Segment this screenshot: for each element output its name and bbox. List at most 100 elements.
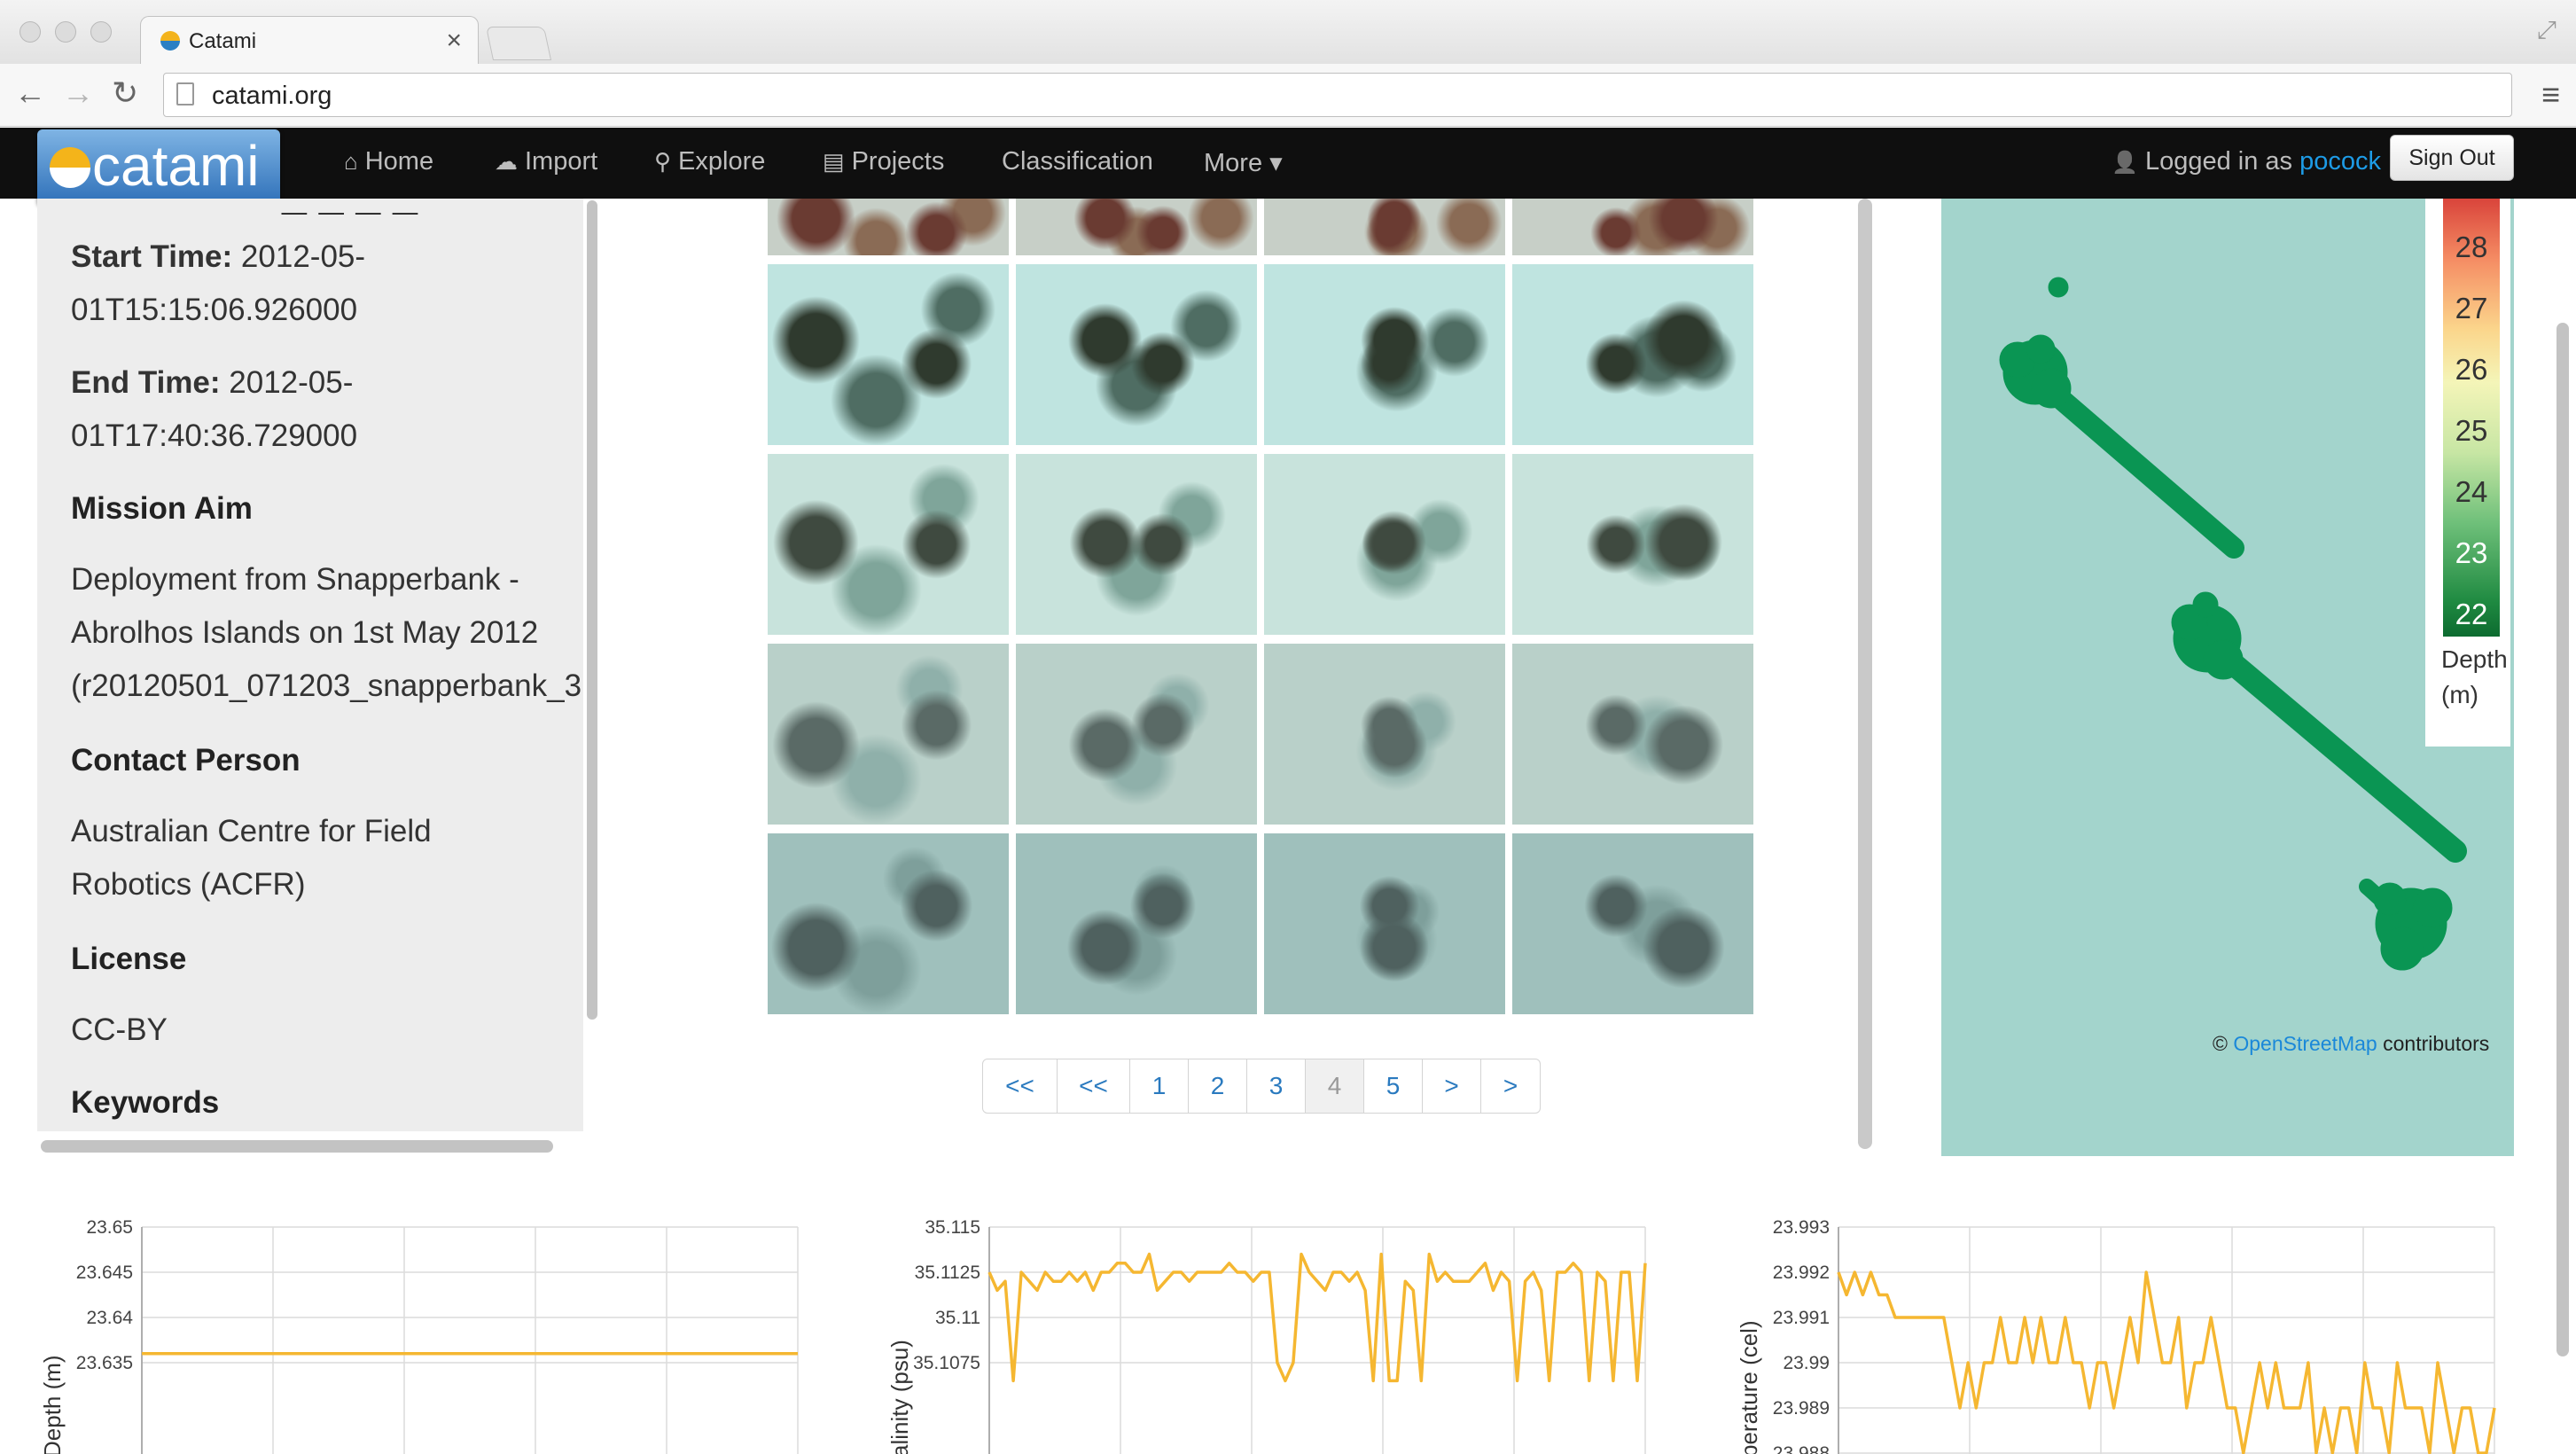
- seafloor-image-thumbnail[interactable]: [1016, 199, 1257, 255]
- seafloor-image-thumbnail[interactable]: [768, 199, 1009, 255]
- legend-tick: 25: [2455, 414, 2488, 447]
- fullscreen-icon[interactable]: ⤢: [2537, 16, 2556, 45]
- seafloor-image-thumbnail[interactable]: [1264, 264, 1505, 445]
- seafloor-image-thumbnail[interactable]: [1264, 199, 1505, 255]
- legend-title-line: (m): [2441, 681, 2478, 708]
- username-link[interactable]: pocock: [2299, 147, 2381, 176]
- track-survey-cluster: [2380, 926, 2424, 971]
- seafloor-image-thumbnail[interactable]: [1264, 644, 1505, 825]
- seafloor-image-thumbnail[interactable]: [1512, 454, 1753, 635]
- back-arrow-icon[interactable]: ←: [14, 74, 46, 112]
- contact-person-line: Robotics (ACFR): [71, 867, 306, 902]
- chart-y-tick-label: 23.993: [1773, 1217, 1830, 1238]
- browser-tab[interactable]: Catami ×: [140, 16, 479, 66]
- track-survey-cluster: [2203, 639, 2244, 680]
- legend-tick: 27: [2455, 292, 2488, 324]
- url-text[interactable]: catami.org: [212, 82, 332, 111]
- reload-icon[interactable]: ↻: [112, 74, 138, 112]
- openstreetmap-link[interactable]: OpenStreetMap: [2233, 1032, 2377, 1055]
- browser-menu-icon[interactable]: ≡: [2541, 76, 2560, 113]
- end-time: End Time: 2012-05-: [71, 365, 353, 401]
- tab-close-icon[interactable]: ×: [446, 26, 462, 56]
- seafloor-image-thumbnail[interactable]: [1016, 454, 1257, 635]
- start-time-value-2: 01T15:15:06.926000: [71, 293, 358, 327]
- catami-logo[interactable]: catami: [37, 129, 280, 206]
- browser-toolbar: ← → ↻ catami.org ≡: [0, 64, 2576, 127]
- nav-more[interactable]: More ▾: [1204, 147, 1283, 178]
- license-value: CC-BY: [71, 1012, 168, 1047]
- license-heading: License: [71, 942, 187, 976]
- page-3-button[interactable]: 3: [1247, 1059, 1306, 1113]
- page-next-button[interactable]: >: [1423, 1059, 1481, 1113]
- end-time-label: End Time:: [71, 365, 221, 400]
- chart-y-tick-label: 23.988: [1773, 1443, 1830, 1454]
- nav-projects-label: Projects: [851, 147, 945, 176]
- seafloor-image-thumbnail[interactable]: [1016, 264, 1257, 445]
- nav-classification[interactable]: Classification: [1002, 147, 1153, 176]
- legend-tick: 24: [2455, 475, 2488, 508]
- search-icon: ⚲: [654, 148, 672, 175]
- address-bar[interactable]: catami.org: [163, 73, 2512, 117]
- user-icon: 👤: [2112, 151, 2138, 175]
- window-zoom-button[interactable]: [90, 21, 112, 43]
- page-first-button[interactable]: <<: [983, 1059, 1058, 1113]
- chart-y-tick-label: 23.992: [1773, 1262, 1830, 1283]
- end-time-value-2: 01T17:40:36.729000: [71, 418, 358, 453]
- salinity-chart-svg: 35.115 35.1125 35.11 35.1075alinity (psu): [886, 1217, 1647, 1454]
- seafloor-image-thumbnail[interactable]: [768, 454, 1009, 635]
- nav-import[interactable]: ☁ Import: [495, 147, 597, 176]
- info-panel-vertical-scrollbar[interactable]: [587, 200, 597, 1020]
- page-1-button[interactable]: 1: [1130, 1059, 1189, 1113]
- page-last-button[interactable]: >: [1481, 1059, 1540, 1113]
- window-close-button[interactable]: [20, 21, 41, 43]
- track-survey-cluster: [2192, 591, 2219, 618]
- track-survey-cluster: [2412, 887, 2453, 928]
- nav-projects[interactable]: ▤ Projects: [823, 147, 944, 176]
- page-prev-button[interactable]: <<: [1058, 1059, 1130, 1113]
- forward-arrow-icon[interactable]: →: [62, 74, 94, 112]
- chart-y-tick-label: 23.65: [86, 1217, 133, 1238]
- info-panel-horizontal-scrollbar[interactable]: [41, 1140, 553, 1153]
- seafloor-image-thumbnail[interactable]: [1264, 454, 1505, 635]
- depth-chart-svg: 23.65 23.645 23.64 23.635 Depth (m): [39, 1217, 799, 1454]
- chart-y-tick-label: 23.991: [1773, 1308, 1830, 1328]
- logo-sun-icon: [50, 147, 90, 188]
- nav-more-label: More: [1204, 149, 1263, 177]
- deployment-info-panel: _ _ _ _ Start Time: 2012-05- 01T15:15:06…: [37, 199, 583, 1131]
- sign-out-button[interactable]: Sign Out: [2390, 135, 2514, 181]
- nav-explore[interactable]: ⚲ Explore: [654, 147, 765, 176]
- mission-aim-line: Abrolhos Islands on 1st May 2012: [71, 615, 539, 650]
- seafloor-image-thumbnail[interactable]: [1512, 264, 1753, 445]
- chart-y-tick-label: 23.99: [1783, 1353, 1830, 1373]
- chart-y-tick-label: 23.635: [76, 1353, 133, 1373]
- chart-y-tick-label: 35.1125: [915, 1262, 980, 1283]
- page-4-button-active[interactable]: 4: [1306, 1059, 1364, 1113]
- copyright-symbol: ©: [2213, 1032, 2228, 1055]
- track-survey-cluster: [2031, 368, 2072, 409]
- keywords-heading: Keywords: [71, 1085, 220, 1120]
- seafloor-image-thumbnail[interactable]: [768, 264, 1009, 445]
- page-scrollbar[interactable]: [2556, 323, 2569, 1356]
- legend-tick: 26: [2455, 353, 2488, 386]
- page-2-button[interactable]: 2: [1189, 1059, 1247, 1113]
- nav-classification-label: Classification: [1002, 147, 1153, 176]
- attribution-suffix: contributors: [2383, 1032, 2490, 1055]
- seafloor-image-thumbnail[interactable]: [1512, 644, 1753, 825]
- legend-title: Depth (m): [2441, 642, 2508, 713]
- seafloor-image-thumbnail[interactable]: [768, 644, 1009, 825]
- seafloor-image-thumbnail[interactable]: [1512, 833, 1753, 1014]
- seafloor-image-thumbnail[interactable]: [1512, 199, 1753, 255]
- track-start-point: [2048, 277, 2069, 298]
- seafloor-image-thumbnail[interactable]: [1264, 833, 1505, 1014]
- mission-aim-line: (r20120501_071203_snapperbank_3: [71, 668, 582, 703]
- start-time-label: Start Time:: [71, 239, 233, 274]
- window-minimize-button[interactable]: [55, 21, 76, 43]
- seafloor-image-thumbnail[interactable]: [1016, 644, 1257, 825]
- image-grid-scrollbar[interactable]: [1858, 199, 1872, 1149]
- browser-titlebar: Catami × ⤢: [0, 0, 2576, 66]
- seafloor-image-thumbnail[interactable]: [1016, 833, 1257, 1014]
- nav-home[interactable]: ⌂ Home: [344, 147, 433, 176]
- page-5-button[interactable]: 5: [1364, 1059, 1423, 1113]
- new-tab-button[interactable]: [485, 27, 552, 60]
- seafloor-image-thumbnail[interactable]: [768, 833, 1009, 1014]
